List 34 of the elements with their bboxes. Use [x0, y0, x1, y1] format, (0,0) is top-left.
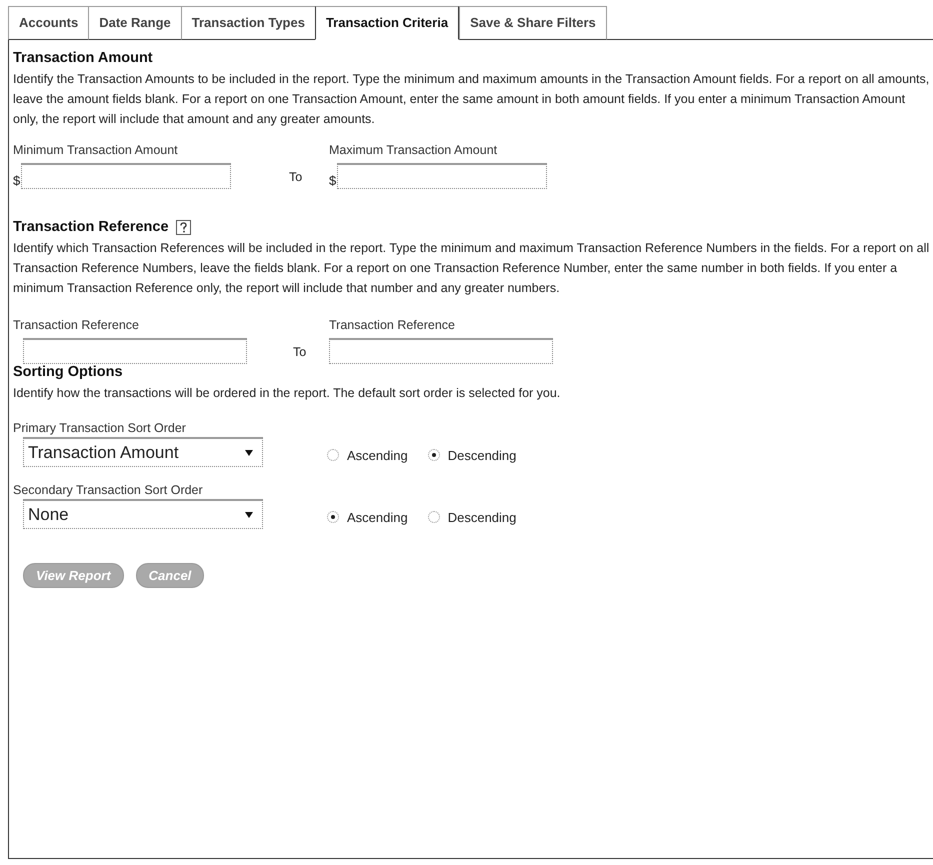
input-field[interactable] — [337, 163, 548, 189]
field-label: Secondary Transaction Sort Order — [13, 483, 204, 497]
sort-dropdown[interactable]: Transaction Amount — [23, 437, 263, 467]
range-separator: To — [288, 169, 304, 184]
sort-dropdown[interactable]: None — [23, 499, 263, 529]
caret-icon — [244, 448, 254, 456]
tab[interactable]: Accounts — [8, 6, 88, 40]
caret-icon — [244, 510, 254, 518]
section-title: Transaction Amount — [13, 50, 154, 66]
range-separator: To — [292, 344, 308, 359]
radio-option[interactable]: Ascending — [327, 504, 408, 524]
section-description: Identify which Transaction References will be included in the report. Type the minimum and maximum Transaction Reference Numbers in the fields. For a report on all Transaction Reference Numbers, leave the fields blank. For a report on one Transaction Reference Number, enter the same number in both fields. If you enter a minimum Transaction Reference only, the report will include that number and any greater numbers. — [13, 240, 930, 297]
tab[interactable]: Save & Share Filters — [459, 6, 607, 40]
field-label: Maximum Transaction Amount — [329, 143, 498, 157]
radio-option[interactable]: Descending — [428, 504, 516, 524]
section-description: Identify how the transactions will be ordered in the report. The default sort order is selected for you. — [13, 385, 562, 402]
section-title: Sorting Options — [13, 364, 124, 380]
field-label: Transaction Reference — [13, 318, 140, 332]
input-field[interactable] — [21, 163, 232, 189]
tab[interactable]: Transaction Types — [180, 6, 315, 40]
tab[interactable]: Date Range — [88, 6, 181, 40]
radio-option[interactable]: Ascending — [327, 442, 408, 462]
currency-symbol: $ — [13, 172, 20, 188]
radio-option[interactable]: Descending — [428, 442, 516, 462]
tab[interactable]: Transaction Criteria — [314, 6, 460, 40]
field-label: Minimum Transaction Amount — [13, 143, 179, 157]
input-field[interactable] — [23, 338, 247, 364]
section-description: Identify the Transaction Amounts to be included in the report. Type the minimum and maximum amounts in the Transaction Amount fields. For a report on all amounts, leave the amount fields blank. For a report on one Transaction Amount, enter the same amount in both amount fields. If you enter a minimum Transaction Amount only, the report will include that amount and any greater amounts. — [13, 71, 930, 128]
field-label: Transaction Reference — [329, 318, 456, 332]
help-icon[interactable] — [176, 220, 191, 234]
section-title: Transaction Reference — [13, 219, 169, 235]
currency-symbol: $ — [329, 172, 336, 188]
input-field[interactable] — [329, 338, 553, 364]
field-label: Primary Transaction Sort Order — [13, 421, 187, 435]
